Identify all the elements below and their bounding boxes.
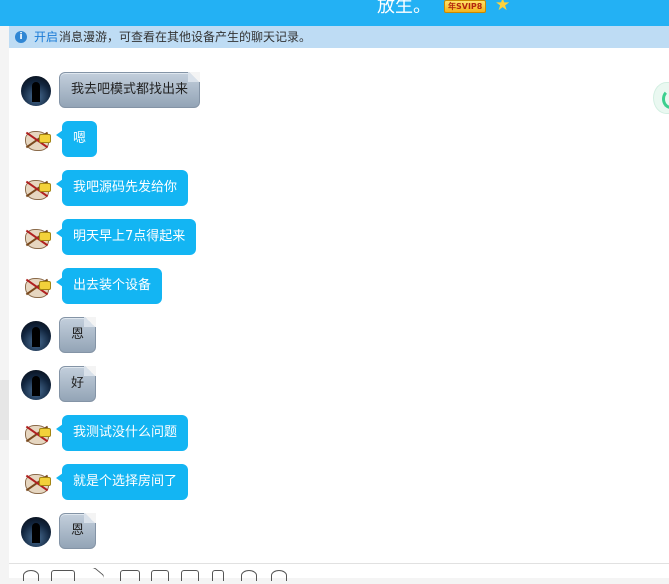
avatar[interactable]	[21, 174, 51, 204]
info-icon: i	[15, 31, 27, 43]
history-icon[interactable]	[241, 570, 257, 581]
avatar[interactable]	[21, 419, 51, 449]
message-bubble[interactable]: 我吧源码先发给你	[55, 170, 189, 206]
avatar[interactable]	[21, 321, 51, 351]
message-bubble[interactable]: 我测试没什么问题	[55, 415, 189, 451]
avatar[interactable]	[21, 125, 51, 155]
avatar[interactable]	[21, 517, 51, 547]
phone-icon	[662, 89, 669, 109]
message-bubble[interactable]: 好	[59, 366, 97, 402]
message-bubble[interactable]: 嗯	[55, 121, 98, 157]
star-icon: ★	[495, 0, 511, 15]
enable-roaming-link[interactable]: 开启	[34, 26, 58, 48]
avatar[interactable]	[21, 272, 51, 302]
message-list[interactable]: 我去吧模式都找出来 嗯 我吧源码先发给你 明天早上7点得起来 出去装个设备 恩 …	[9, 48, 669, 563]
message-bubble[interactable]: 我去吧模式都找出来	[59, 72, 201, 108]
avatar[interactable]	[21, 468, 51, 498]
avatar[interactable]	[21, 76, 51, 106]
input-toolbar	[9, 563, 669, 584]
scissors-icon[interactable]	[87, 566, 105, 584]
emoji-icon[interactable]	[23, 570, 39, 581]
svip-badge: 年SVIP8	[444, 0, 487, 13]
message-bubble[interactable]: 明天早上7点得起来	[55, 219, 197, 255]
more-icon[interactable]	[271, 570, 287, 581]
message-bubble[interactable]: 就是个选择房间了	[55, 464, 189, 500]
roaming-notice: i 开启 消息漫游，可查看在其他设备产生的聊天记录。	[9, 26, 669, 48]
gif-icon[interactable]	[51, 570, 75, 581]
avatar[interactable]	[21, 370, 51, 400]
avatar[interactable]	[21, 223, 51, 253]
video-icon[interactable]	[181, 570, 199, 581]
chat-header: 放生。 年SVIP8 ★	[0, 0, 669, 26]
notice-text: 消息漫游，可查看在其他设备产生的聊天记录。	[59, 30, 312, 44]
contact-name: 放生。	[377, 0, 431, 17]
folder-icon[interactable]	[120, 570, 140, 581]
message-bubble[interactable]: 出去装个设备	[55, 268, 163, 304]
message-bubble[interactable]: 恩	[59, 317, 97, 353]
call-side-button[interactable]	[653, 82, 669, 114]
message-bubble[interactable]: 恩	[59, 513, 97, 549]
window-edge	[0, 380, 9, 440]
phone-icon[interactable]	[212, 570, 224, 581]
image-icon[interactable]	[151, 570, 169, 581]
